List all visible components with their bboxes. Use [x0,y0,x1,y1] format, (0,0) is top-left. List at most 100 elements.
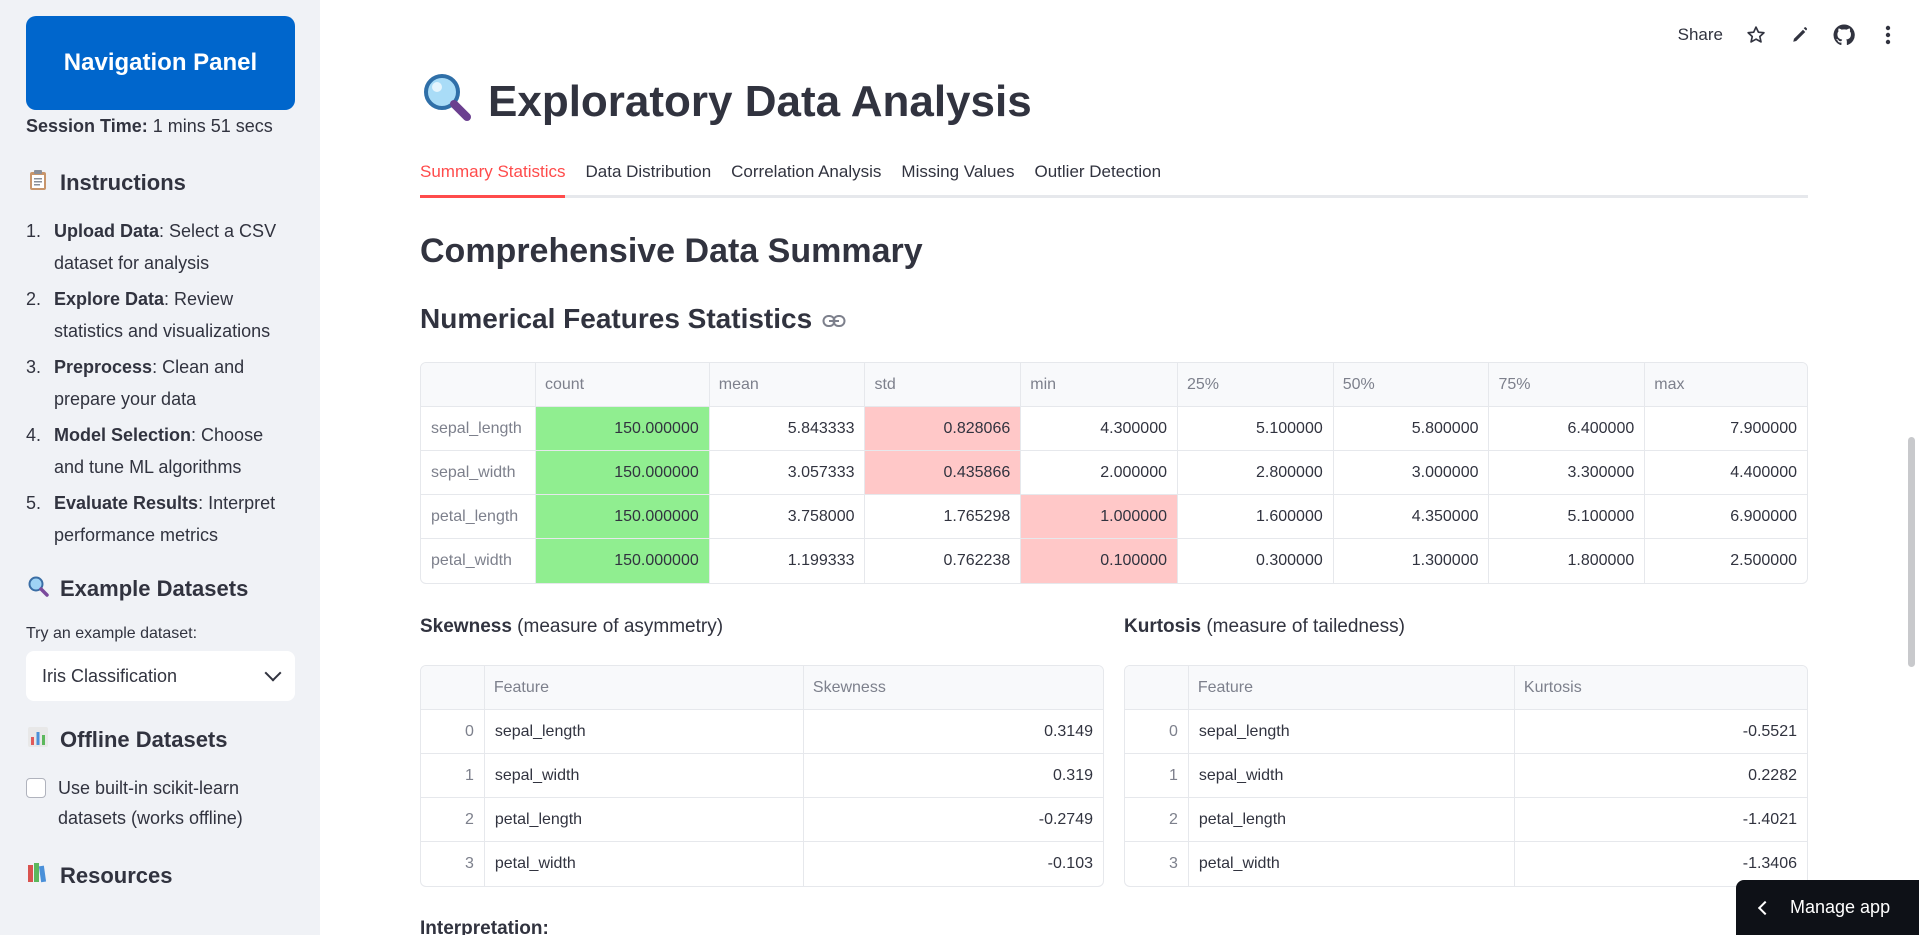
share-button[interactable]: Share [1678,25,1723,45]
table-cell: 4.400000 [1645,451,1807,495]
column-header[interactable]: mean [709,363,866,407]
instruction-number: 3. [26,357,42,377]
column-header[interactable]: 75% [1489,363,1646,407]
column-header [421,666,485,710]
instruction-item: 4. Model Selection: Choose and tune ML al… [26,419,294,483]
table-header-row: Feature Kurtosis [1125,666,1807,710]
instruction-bold: Upload Data [54,221,160,241]
table-cell: 7.900000 [1645,407,1807,451]
kurtosis-table[interactable]: Feature Kurtosis 0 sepal_length -0.5521 1s… [1124,665,1808,887]
table-cell: 5.100000 [1489,495,1646,539]
column-header[interactable]: 50% [1333,363,1490,407]
instruction-text: Explore Data: Review statistics and visu… [54,283,294,347]
resources-heading: Resources [26,863,294,889]
table-cell: 3.300000 [1489,451,1646,495]
magnifier-icon [26,575,50,603]
skewness-heading-bold: Skewness [420,616,512,637]
session-time-label: Session Time: [26,116,148,136]
example-datasets-title: Example Datasets [60,576,249,601]
session-time-value: 1 mins 51 secs [152,116,273,136]
table-cell: 0.319 [803,754,1103,798]
tab-summary-statistics[interactable]: Summary Statistics [420,158,566,198]
column-header[interactable]: max [1645,363,1807,407]
manage-app-button[interactable]: Manage app [1736,880,1919,935]
example-dataset-select[interactable]: Iris Classification [26,651,295,701]
column-header[interactable]: Feature [484,666,804,710]
table-row: petal_width 150.000000 1.199333 0.762238… [421,539,1807,583]
chevron-down-icon [264,664,282,682]
sidebar: Navigation Panel Session Time: 1 mins 51… [0,0,320,935]
table-cell: -0.103 [1047,855,1093,872]
table-cell: petal_length [484,798,804,842]
table-cell: 2.500000 [1730,552,1797,569]
instruction-number: 2. [26,289,42,309]
skewness-heading: Skewness (measure of asymmetry) [420,616,723,638]
github-icon[interactable] [1833,24,1855,46]
instructions-list: 1. Upload Data: Select a CSV dataset for … [26,215,294,551]
table-cell: 5.800000 [1333,407,1490,451]
table-cell: 0.828066 [865,407,1022,451]
row-index: 3 [1125,842,1189,886]
example-datasets-heading: Example Datasets [26,575,294,603]
column-header[interactable]: min [1021,363,1178,407]
table-cell: 0.300000 [1178,539,1334,583]
instruction-text: Upload Data: Select a CSV dataset for an… [54,215,294,279]
try-example-label: Try an example dataset: [26,625,198,642]
table-cell: 1.199333 [710,539,866,583]
table-cell: 0.2282 [1514,754,1807,798]
instructions-heading: Instructions [26,169,294,197]
instruction-text: Model Selection: Choose and tune ML algo… [54,419,294,483]
page-title-text: Exploratory Data Analysis [488,76,1032,126]
navigation-panel-button[interactable]: Navigation Panel [26,16,295,110]
page-scrollbar[interactable] [1908,437,1915,667]
magnifier-icon [420,70,472,133]
offline-checkbox-row[interactable]: Use built-in scikit-learn datasets (work… [26,773,294,833]
tab-data-distribution[interactable]: Data Distribution [585,158,711,198]
books-icon [26,863,50,889]
kurtosis-heading-bold: Kurtosis [1124,616,1202,637]
instruction-text: Preprocess: Clean and prepare your data [54,351,294,415]
link-icon[interactable] [822,303,846,335]
table-cell: petal_width [1189,842,1515,886]
table-cell: 150.000000 [535,451,710,495]
instruction-item: 5. Evaluate Results: Interpret performanc… [26,487,294,551]
numerical-stats-table[interactable]: count mean std min 25% 50% 75% max sepal… [420,362,1808,584]
interpretation-heading: Interpretation: [420,918,549,935]
more-vert-icon[interactable] [1877,24,1899,46]
table-cell: 1.800000 [1489,539,1646,583]
row-index: 2 [421,798,485,842]
table-cell: 0.100000 [1021,539,1178,583]
table-cell: petal_width [485,842,804,886]
table-row: 0 sepal_length -0.5521 [1125,710,1807,754]
column-header[interactable]: Feature [1188,666,1515,710]
offline-datasets-heading: Offline Datasets [26,727,294,753]
tab-outlier-detection[interactable]: Outlier Detection [1034,158,1161,198]
resources-title: Resources [60,863,173,888]
column-header[interactable]: 25% [1177,363,1334,407]
column-header[interactable]: Skewness [803,666,1103,710]
chevron-left-icon [1757,900,1773,915]
star-icon[interactable] [1745,24,1767,46]
skewness-heading-rest: (measure of asymmetry) [511,616,724,637]
tab-correlation-analysis[interactable]: Correlation Analysis [731,158,881,198]
column-header[interactable]: std [865,363,1022,407]
row-header: petal_length [421,495,536,539]
column-header [421,363,536,407]
skewness-table[interactable]: Feature Skewness 0 sepal_length 0.3149 1 se… [420,665,1104,887]
instruction-bold: Evaluate Results [54,493,199,513]
manage-app-label: Manage app [1790,897,1891,917]
column-header [1125,666,1189,710]
session-time: Session Time: 1 mins 51 secs [26,116,294,137]
instruction-bold: Preprocess [54,357,153,377]
table-cell: 3.057333 [709,451,866,495]
pencil-icon[interactable] [1789,24,1811,46]
table-cell: sepal_width [484,754,804,798]
row-index: 0 [1125,710,1189,754]
offline-checkbox[interactable] [26,778,46,798]
row-index: 1 [421,754,485,798]
column-header[interactable]: Kurtosis [1514,666,1807,710]
tab-missing-values[interactable]: Missing Values [901,158,1014,198]
table-cell: 1.000000 [1021,495,1178,539]
column-header[interactable]: count [535,363,710,407]
table-row: 3 petal_width -0.103 [421,842,1103,886]
